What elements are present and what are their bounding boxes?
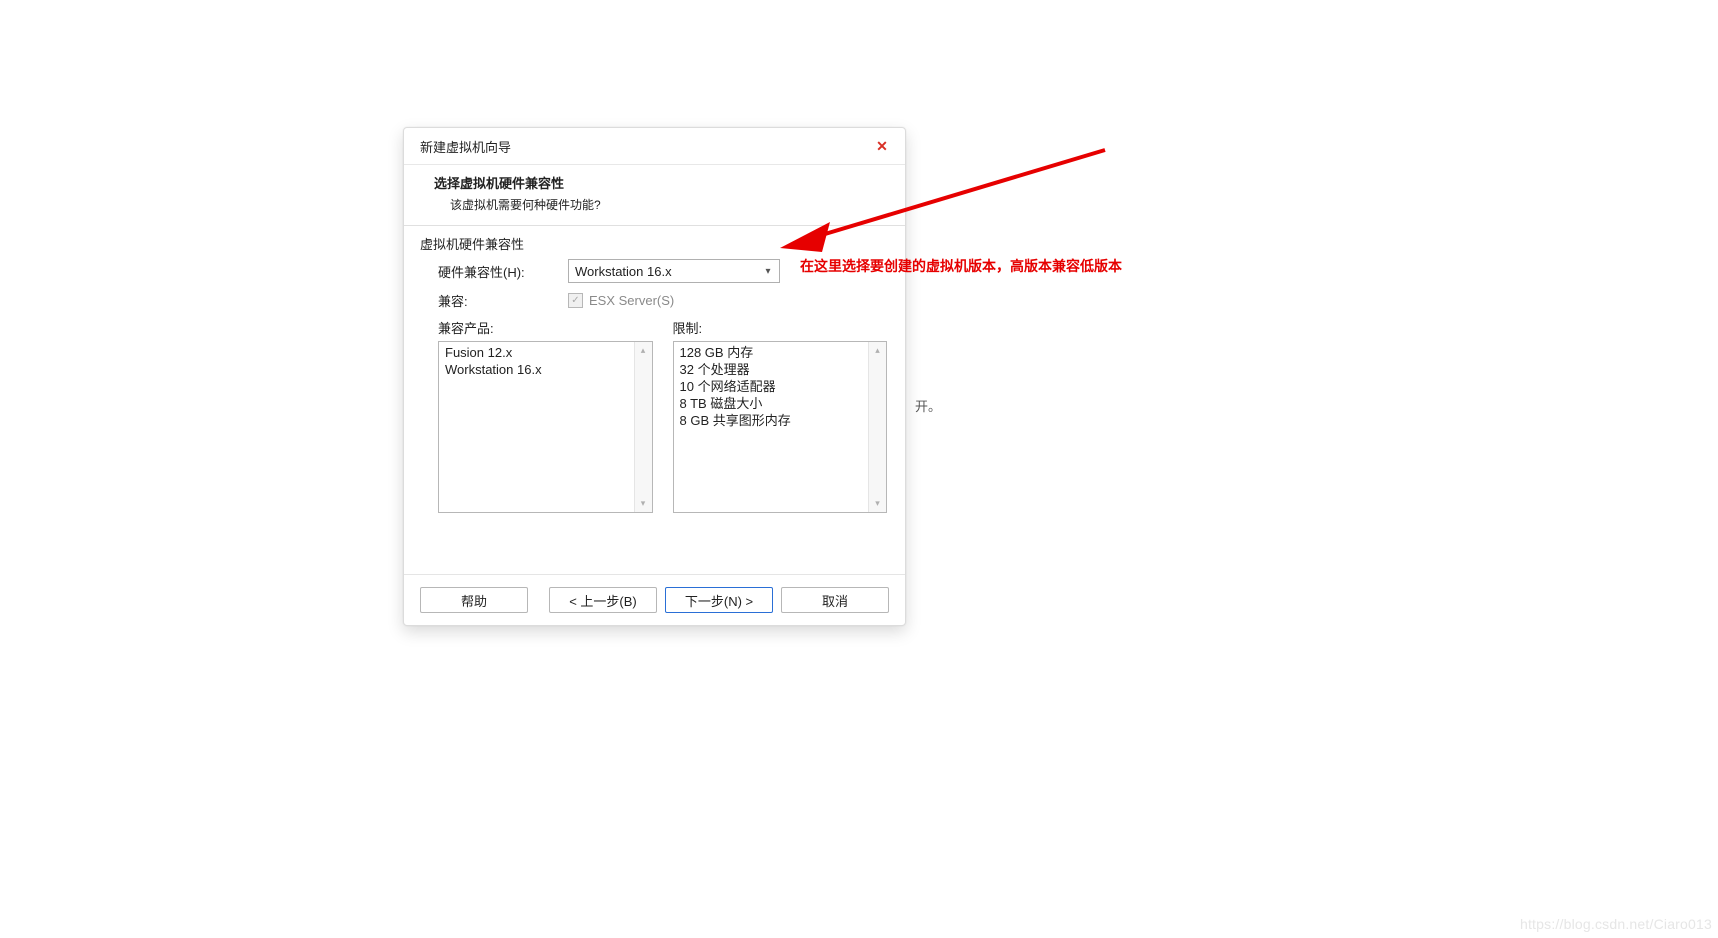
hw-compat-label: 硬件兼容性(H):: [420, 262, 568, 281]
header-title: 选择虚拟机硬件兼容性: [434, 173, 885, 192]
list-item: 8 TB 磁盘大小: [680, 395, 867, 412]
scroll-down-icon[interactable]: ▾: [869, 495, 886, 512]
wizard-dialog: 新建虚拟机向导 ✕ 选择虚拟机硬件兼容性 该虚拟机需要何种硬件功能? 虚拟机硬件…: [403, 127, 906, 626]
dialog-title: 新建虚拟机向导: [420, 137, 511, 156]
products-list-content: Fusion 12.x Workstation 16.x: [445, 344, 632, 378]
list-item: 32 个处理器: [680, 361, 867, 378]
list-item: 128 GB 内存: [680, 344, 867, 361]
close-icon: ✕: [876, 139, 888, 153]
check-icon: ✓: [571, 296, 579, 306]
watermark-text: https://blog.csdn.net/Ciaro013: [1520, 916, 1712, 932]
list-item: 10 个网络适配器: [680, 378, 867, 395]
limits-column: 限制: 128 GB 内存 32 个处理器 10 个网络适配器 8 TB 磁盘大…: [673, 318, 888, 513]
header-subtitle: 该虚拟机需要何种硬件功能?: [450, 196, 885, 213]
cancel-button[interactable]: 取消: [781, 587, 889, 613]
products-label: 兼容产品:: [438, 318, 653, 337]
back-button[interactable]: < 上一步(B): [549, 587, 657, 613]
esx-checkbox: ✓: [568, 293, 583, 308]
hw-compat-value: Workstation 16.x: [575, 264, 672, 279]
scroll-up-icon[interactable]: ▴: [635, 342, 652, 359]
limits-listbox[interactable]: 128 GB 内存 32 个处理器 10 个网络适配器 8 TB 磁盘大小 8 …: [673, 341, 888, 513]
background-ghost-text: 开。: [915, 396, 941, 415]
next-button[interactable]: 下一步(N) >: [665, 587, 773, 613]
scroll-up-icon[interactable]: ▴: [869, 342, 886, 359]
header-area: 选择虚拟机硬件兼容性 该虚拟机需要何种硬件功能?: [404, 165, 905, 225]
help-button[interactable]: 帮助: [420, 587, 528, 613]
products-column: 兼容产品: Fusion 12.x Workstation 16.x ▴ ▾: [438, 318, 653, 513]
products-scrollbar[interactable]: ▴ ▾: [634, 342, 652, 512]
esx-checkbox-wrap: ✓ ESX Server(S): [568, 293, 674, 308]
compat-label: 兼容:: [420, 291, 568, 310]
titlebar: 新建虚拟机向导 ✕: [404, 128, 905, 165]
group-label: 虚拟机硬件兼容性: [420, 234, 889, 253]
chevron-down-icon: ▾: [761, 264, 775, 278]
limits-scrollbar[interactable]: ▴ ▾: [868, 342, 886, 512]
products-listbox[interactable]: Fusion 12.x Workstation 16.x ▴ ▾: [438, 341, 653, 513]
esx-checkbox-label: ESX Server(S): [589, 293, 674, 308]
scroll-down-icon[interactable]: ▾: [635, 495, 652, 512]
limits-label: 限制:: [673, 318, 888, 337]
annotation-text: 在这里选择要创建的虚拟机版本，高版本兼容低版本: [800, 256, 1122, 276]
hw-compat-dropdown[interactable]: Workstation 16.x ▾: [568, 259, 780, 283]
list-item: Workstation 16.x: [445, 361, 632, 378]
list-item: Fusion 12.x: [445, 344, 632, 361]
row-compat: 兼容: ✓ ESX Server(S): [420, 291, 889, 310]
close-button[interactable]: ✕: [871, 135, 893, 157]
content-area: 虚拟机硬件兼容性 硬件兼容性(H): Workstation 16.x ▾ 兼容…: [404, 226, 905, 574]
lists-row: 兼容产品: Fusion 12.x Workstation 16.x ▴ ▾ 限…: [420, 318, 889, 513]
dialog-footer: 帮助 < 上一步(B) 下一步(N) > 取消: [404, 574, 905, 625]
limits-list-content: 128 GB 内存 32 个处理器 10 个网络适配器 8 TB 磁盘大小 8 …: [680, 344, 867, 429]
list-item: 8 GB 共享图形内存: [680, 412, 867, 429]
